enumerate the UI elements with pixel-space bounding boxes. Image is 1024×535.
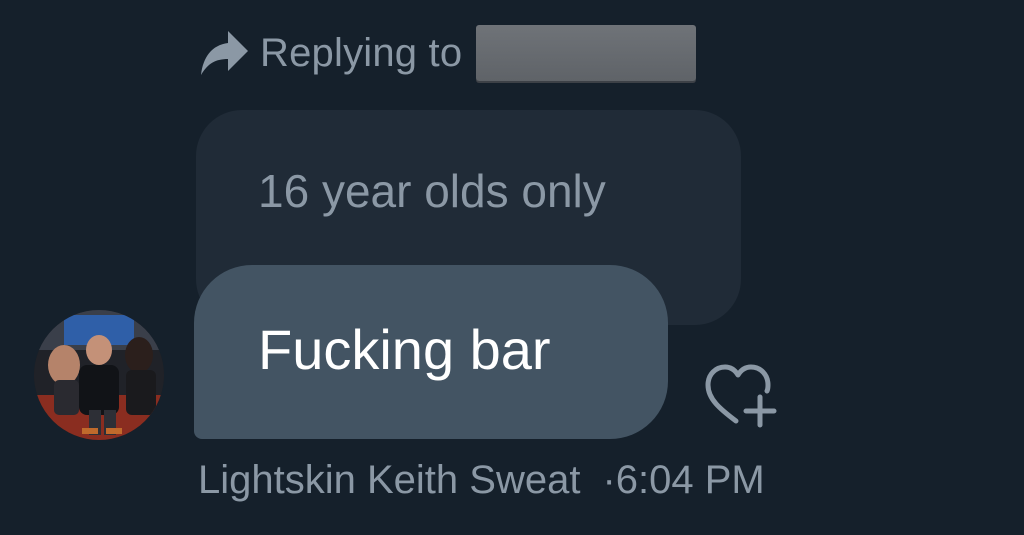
reply-context: Replying to xyxy=(198,24,697,82)
avatar[interactable] xyxy=(34,310,164,440)
message-bubble[interactable]: Fucking bar xyxy=(194,265,668,439)
reply-arrow-icon xyxy=(198,29,250,77)
avatar-photo xyxy=(34,310,164,440)
timestamp: 6:04 PM xyxy=(615,458,765,502)
meta-separator: · xyxy=(602,458,616,502)
dm-conversation: Replying to 16 year olds only Fucking ba… xyxy=(0,0,1024,535)
react-button[interactable] xyxy=(700,355,790,435)
redacted-recipient[interactable] xyxy=(476,25,697,81)
sender-name[interactable]: Lightskin Keith Sweat xyxy=(198,458,580,502)
message-meta: Lightskin Keith Sweat ·6:04 PM xyxy=(198,458,765,503)
heart-plus-icon xyxy=(705,364,777,428)
message-text: Fucking bar xyxy=(258,318,551,381)
quoted-message-text: 16 year olds only xyxy=(258,165,606,217)
reply-prefix: Replying to xyxy=(260,30,463,75)
